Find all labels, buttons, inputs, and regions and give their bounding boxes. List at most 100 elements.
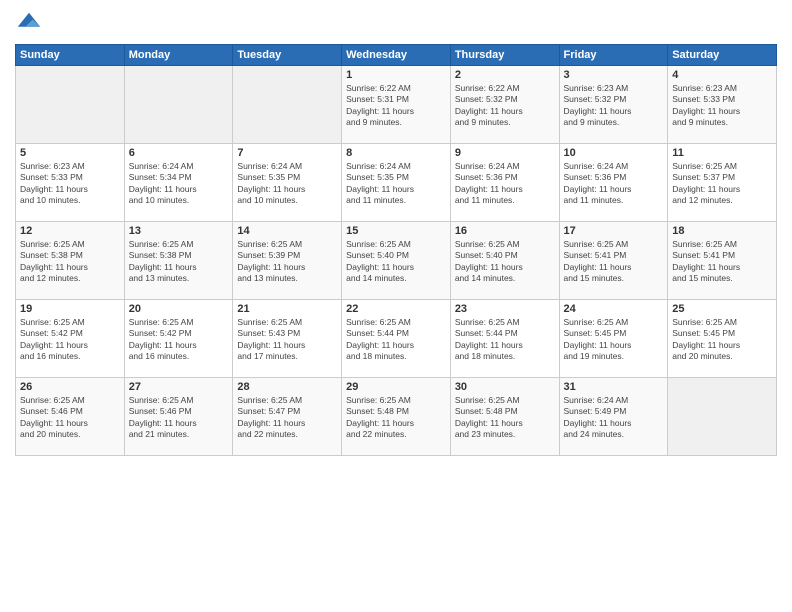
page: SundayMondayTuesdayWednesdayThursdayFrid… xyxy=(0,0,792,612)
day-number: 5 xyxy=(20,147,120,159)
weekday-monday: Monday xyxy=(124,45,233,66)
day-info: Sunrise: 6:25 AM Sunset: 5:39 PM Dayligh… xyxy=(237,239,337,285)
weekday-sunday: Sunday xyxy=(16,45,125,66)
table-row: 4Sunrise: 6:23 AM Sunset: 5:33 PM Daylig… xyxy=(668,66,777,144)
day-number: 31 xyxy=(564,381,664,393)
day-number: 1 xyxy=(346,69,446,81)
week-row-2: 5 Sunrise: 6:23 AM Sunset: 5:33 PM Daylig… xyxy=(16,144,777,222)
day-info: Sunrise: 6:25 AM Sunset: 5:38 PM Dayligh… xyxy=(129,239,229,285)
day-info: Sunrise: 6:25 AM Sunset: 5:48 PM Dayligh… xyxy=(455,395,555,441)
table-row xyxy=(16,66,125,144)
week-row-3: 12 Sunrise: 6:25 AM Sunset: 5:38 PM Dayli… xyxy=(16,222,777,300)
day-info: Sunrise: 6:25 AM Sunset: 5:44 PM Dayligh… xyxy=(346,317,446,363)
table-row: 31Sunrise: 6:24 AM Sunset: 5:49 PM Dayli… xyxy=(559,378,668,456)
day-info: Sunrise: 6:25 AM Sunset: 5:41 PM Dayligh… xyxy=(672,239,772,285)
table-row: 27Sunrise: 6:25 AM Sunset: 5:46 PM Dayli… xyxy=(124,378,233,456)
day-info: Sunrise: 6:24 AM Sunset: 5:34 PM Dayligh… xyxy=(129,161,229,207)
logo xyxy=(15,10,47,38)
week-row-5: 26 Sunrise: 6:25 AM Sunset: 5:46 PM Dayli… xyxy=(16,378,777,456)
table-row: 11 Sunrise: 6:25 AM Sunset: 5:37 PM Dayli… xyxy=(668,144,777,222)
table-row: 13 Sunrise: 6:25 AM Sunset: 5:38 PM Dayli… xyxy=(124,222,233,300)
day-info: Sunrise: 6:24 AM Sunset: 5:36 PM Dayligh… xyxy=(455,161,555,207)
day-number: 17 xyxy=(564,225,664,237)
day-info: Sunrise: 6:25 AM Sunset: 5:42 PM Dayligh… xyxy=(129,317,229,363)
table-row xyxy=(124,66,233,144)
day-number: 8 xyxy=(346,147,446,159)
day-info: Sunrise: 6:23 AM Sunset: 5:33 PM Dayligh… xyxy=(672,83,772,129)
day-info: Sunrise: 6:25 AM Sunset: 5:41 PM Dayligh… xyxy=(564,239,664,285)
day-number: 30 xyxy=(455,381,555,393)
table-row: 14 Sunrise: 6:25 AM Sunset: 5:39 PM Dayli… xyxy=(233,222,342,300)
table-row: 23 Sunrise: 6:25 AM Sunset: 5:44 PM Dayli… xyxy=(450,300,559,378)
day-number: 6 xyxy=(129,147,229,159)
table-row: 7 Sunrise: 6:24 AM Sunset: 5:35 PM Daylig… xyxy=(233,144,342,222)
table-row: 8 Sunrise: 6:24 AM Sunset: 5:35 PM Daylig… xyxy=(342,144,451,222)
table-row: 22Sunrise: 6:25 AM Sunset: 5:44 PM Dayli… xyxy=(342,300,451,378)
table-row: 30 Sunrise: 6:25 AM Sunset: 5:48 PM Dayli… xyxy=(450,378,559,456)
day-number: 21 xyxy=(237,303,337,315)
day-info: Sunrise: 6:25 AM Sunset: 5:37 PM Dayligh… xyxy=(672,161,772,207)
day-number: 16 xyxy=(455,225,555,237)
day-info: Sunrise: 6:23 AM Sunset: 5:33 PM Dayligh… xyxy=(20,161,120,207)
day-number: 25 xyxy=(672,303,772,315)
table-row: 29 Sunrise: 6:25 AM Sunset: 5:48 PM Dayli… xyxy=(342,378,451,456)
day-number: 7 xyxy=(237,147,337,159)
table-row: 28 Sunrise: 6:25 AM Sunset: 5:47 PM Dayli… xyxy=(233,378,342,456)
table-row: 20 Sunrise: 6:25 AM Sunset: 5:42 PM Dayli… xyxy=(124,300,233,378)
day-info: Sunrise: 6:25 AM Sunset: 5:38 PM Dayligh… xyxy=(20,239,120,285)
table-row: 21 Sunrise: 6:25 AM Sunset: 5:43 PM Dayli… xyxy=(233,300,342,378)
calendar-table: SundayMondayTuesdayWednesdayThursdayFrid… xyxy=(15,44,777,456)
day-number: 18 xyxy=(672,225,772,237)
table-row: 18 Sunrise: 6:25 AM Sunset: 5:41 PM Dayli… xyxy=(668,222,777,300)
day-info: Sunrise: 6:25 AM Sunset: 5:40 PM Dayligh… xyxy=(346,239,446,285)
day-number: 26 xyxy=(20,381,120,393)
day-number: 23 xyxy=(455,303,555,315)
table-row: 15 Sunrise: 6:25 AM Sunset: 5:40 PM Dayli… xyxy=(342,222,451,300)
day-info: Sunrise: 6:24 AM Sunset: 5:35 PM Dayligh… xyxy=(346,161,446,207)
day-info: Sunrise: 6:25 AM Sunset: 5:48 PM Dayligh… xyxy=(346,395,446,441)
day-info: Sunrise: 6:25 AM Sunset: 5:44 PM Dayligh… xyxy=(455,317,555,363)
day-number: 11 xyxy=(672,147,772,159)
week-row-1: 1 Sunrise: 6:22 AM Sunset: 5:31 PM Daylig… xyxy=(16,66,777,144)
table-row: 25Sunrise: 6:25 AM Sunset: 5:45 PM Dayli… xyxy=(668,300,777,378)
day-number: 12 xyxy=(20,225,120,237)
day-info: Sunrise: 6:25 AM Sunset: 5:40 PM Dayligh… xyxy=(455,239,555,285)
day-number: 15 xyxy=(346,225,446,237)
header xyxy=(15,10,777,38)
table-row: 16 Sunrise: 6:25 AM Sunset: 5:40 PM Dayli… xyxy=(450,222,559,300)
day-number: 10 xyxy=(564,147,664,159)
day-number: 2 xyxy=(455,69,555,81)
calendar-header: SundayMondayTuesdayWednesdayThursdayFrid… xyxy=(16,45,777,66)
weekday-friday: Friday xyxy=(559,45,668,66)
table-row: 6 Sunrise: 6:24 AM Sunset: 5:34 PM Daylig… xyxy=(124,144,233,222)
day-info: Sunrise: 6:22 AM Sunset: 5:32 PM Dayligh… xyxy=(455,83,555,129)
calendar-body: 1 Sunrise: 6:22 AM Sunset: 5:31 PM Daylig… xyxy=(16,66,777,456)
day-number: 29 xyxy=(346,381,446,393)
day-info: Sunrise: 6:25 AM Sunset: 5:43 PM Dayligh… xyxy=(237,317,337,363)
weekday-saturday: Saturday xyxy=(668,45,777,66)
day-info: Sunrise: 6:25 AM Sunset: 5:46 PM Dayligh… xyxy=(20,395,120,441)
day-info: Sunrise: 6:24 AM Sunset: 5:35 PM Dayligh… xyxy=(237,161,337,207)
table-row: 2 Sunrise: 6:22 AM Sunset: 5:32 PM Daylig… xyxy=(450,66,559,144)
day-info: Sunrise: 6:24 AM Sunset: 5:36 PM Dayligh… xyxy=(564,161,664,207)
table-row xyxy=(668,378,777,456)
day-info: Sunrise: 6:25 AM Sunset: 5:42 PM Dayligh… xyxy=(20,317,120,363)
day-info: Sunrise: 6:25 AM Sunset: 5:47 PM Dayligh… xyxy=(237,395,337,441)
day-number: 20 xyxy=(129,303,229,315)
day-number: 24 xyxy=(564,303,664,315)
day-info: Sunrise: 6:25 AM Sunset: 5:46 PM Dayligh… xyxy=(129,395,229,441)
day-info: Sunrise: 6:22 AM Sunset: 5:31 PM Dayligh… xyxy=(346,83,446,129)
table-row: 26 Sunrise: 6:25 AM Sunset: 5:46 PM Dayli… xyxy=(16,378,125,456)
day-number: 14 xyxy=(237,225,337,237)
logo-icon xyxy=(15,10,43,38)
table-row: 24 Sunrise: 6:25 AM Sunset: 5:45 PM Dayli… xyxy=(559,300,668,378)
table-row: 17 Sunrise: 6:25 AM Sunset: 5:41 PM Dayli… xyxy=(559,222,668,300)
day-number: 9 xyxy=(455,147,555,159)
table-row: 1 Sunrise: 6:22 AM Sunset: 5:31 PM Daylig… xyxy=(342,66,451,144)
day-info: Sunrise: 6:25 AM Sunset: 5:45 PM Dayligh… xyxy=(564,317,664,363)
weekday-thursday: Thursday xyxy=(450,45,559,66)
day-number: 28 xyxy=(237,381,337,393)
day-number: 13 xyxy=(129,225,229,237)
day-number: 19 xyxy=(20,303,120,315)
week-row-4: 19 Sunrise: 6:25 AM Sunset: 5:42 PM Dayli… xyxy=(16,300,777,378)
